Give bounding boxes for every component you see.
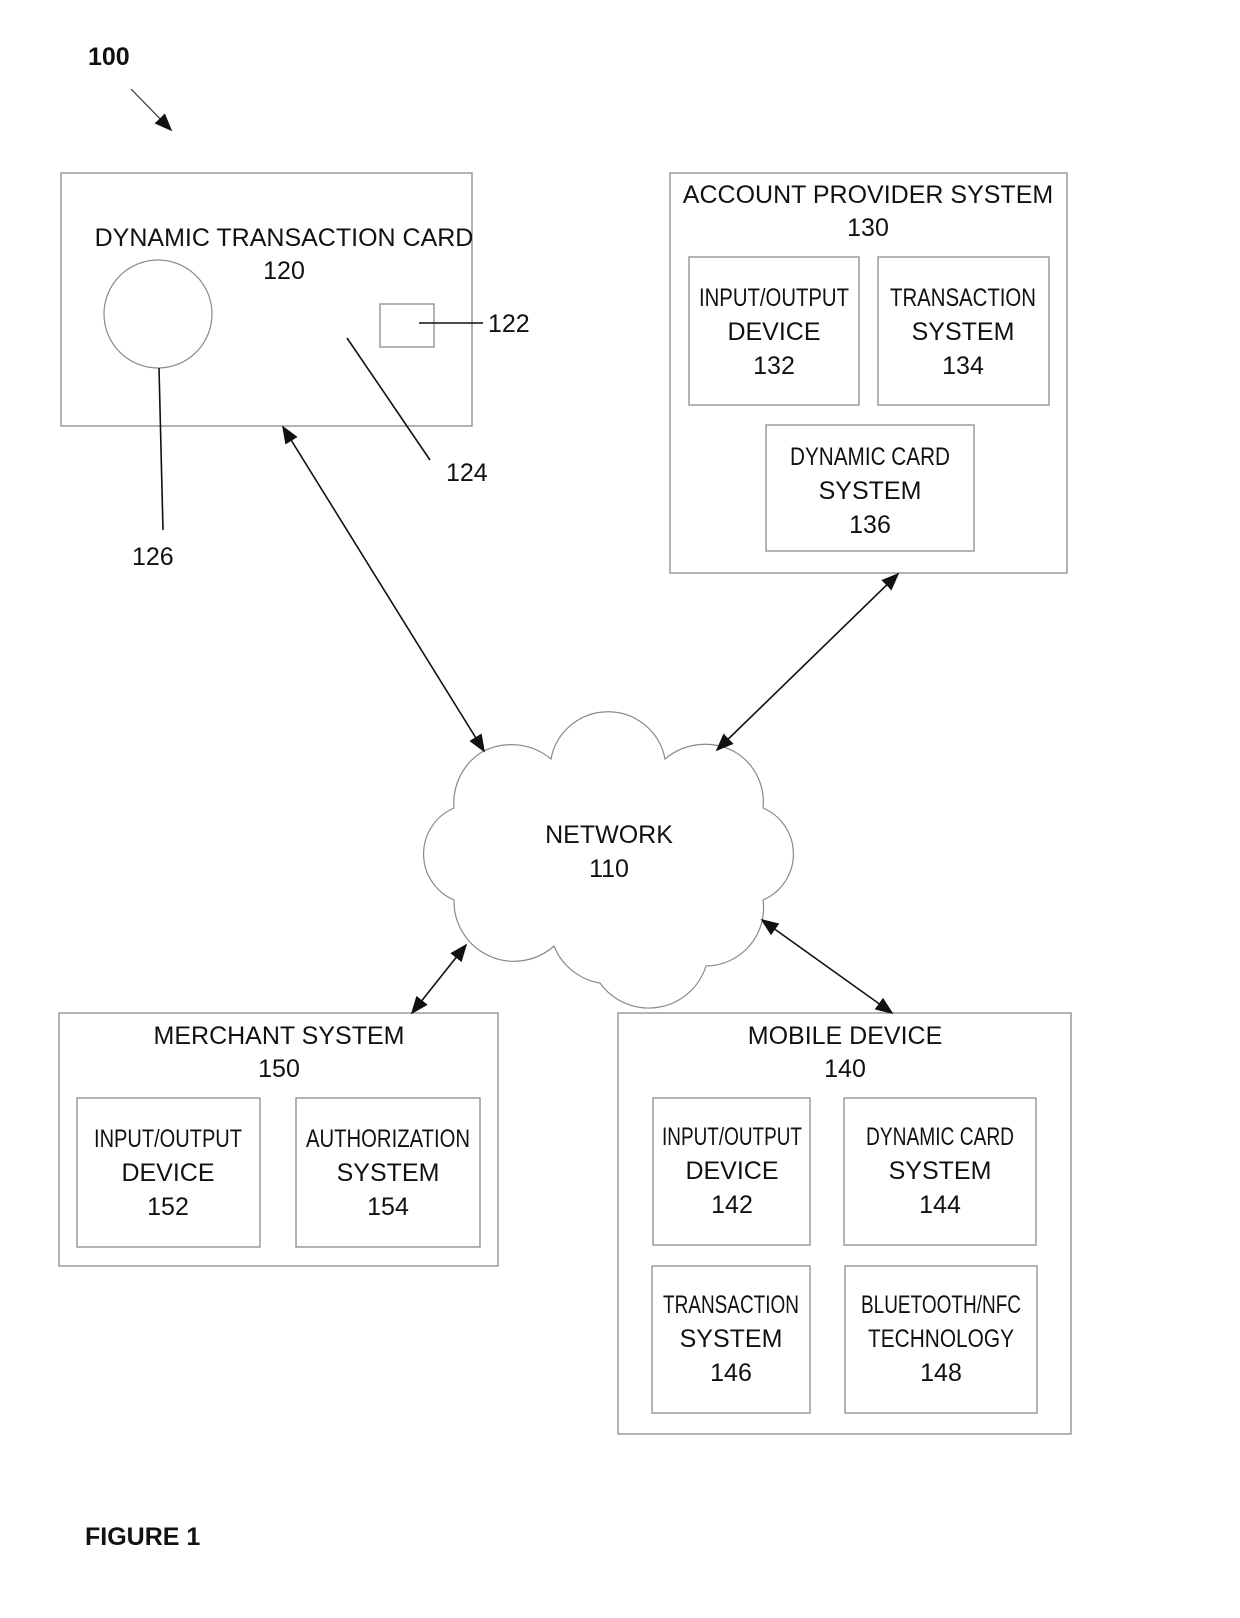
merchant-system: MERCHANT SYSTEM 150 INPUT/OUTPUT DEVICE … — [58, 1012, 499, 1267]
component-ref: 132 — [753, 352, 795, 380]
component-ref: 144 — [919, 1191, 961, 1219]
component-line1: INPUT/OUTPUT — [699, 284, 849, 312]
component-line1: TRANSACTION — [663, 1291, 799, 1319]
account-provider-title: ACCOUNT PROVIDER SYSTEM — [683, 181, 1053, 209]
component-ref: 134 — [942, 352, 984, 380]
component-line2: SYSTEM — [680, 1325, 783, 1353]
component-line2: SYSTEM — [889, 1157, 992, 1185]
component-ref: 152 — [147, 1193, 189, 1221]
component-line2: TECHNOLOGY — [868, 1325, 1014, 1353]
dynamic-transaction-card: DYNAMIC TRANSACTION CARD 120 122 124 126 — [60, 172, 530, 571]
chip-ref-label: 122 — [488, 310, 530, 338]
card-title: DYNAMIC TRANSACTION CARD — [95, 224, 474, 252]
system-diagram: 100 DYNAMIC TRANSACTION CARD 120 122 124… — [58, 43, 1072, 1551]
system-ref-arrow — [130, 88, 173, 132]
component-ref: 146 — [710, 1359, 752, 1387]
component-line2: DEVICE — [727, 318, 820, 346]
component-line2: SYSTEM — [819, 477, 922, 505]
account-provider-system: ACCOUNT PROVIDER SYSTEM 130 INPUT/OUTPUT… — [669, 172, 1068, 574]
body-ref-label: 124 — [446, 459, 488, 487]
component-line1: INPUT/OUTPUT — [94, 1125, 242, 1153]
network-ref: 110 — [589, 855, 629, 883]
merchant-ref: 150 — [258, 1055, 300, 1083]
mobile-network-arrow — [760, 918, 894, 1015]
card-chip — [379, 303, 435, 348]
merchant-title: MERCHANT SYSTEM — [154, 1022, 405, 1050]
mobile-ref: 140 — [824, 1055, 866, 1083]
card-ref: 120 — [263, 257, 305, 285]
display-ref-label: 126 — [132, 543, 174, 571]
component-ref: 148 — [920, 1359, 962, 1387]
component-line2: DEVICE — [121, 1159, 214, 1187]
figure-caption: FIGURE 1 — [85, 1523, 200, 1551]
network-cloud: NETWORK 110 — [422, 711, 795, 1009]
component-ref: 154 — [367, 1193, 409, 1221]
system-ref-label: 100 — [88, 43, 130, 71]
component-ref: 136 — [849, 511, 891, 539]
component-line2: SYSTEM — [912, 318, 1015, 346]
component-line2: DEVICE — [685, 1157, 778, 1185]
component-ref: 142 — [711, 1191, 753, 1219]
component-line1: DYNAMIC CARD — [790, 443, 950, 471]
account-provider-ref: 130 — [847, 214, 889, 242]
component-line1: TRANSACTION — [890, 284, 1036, 312]
merchant-network-arrow — [410, 943, 468, 1015]
card-display-circle — [103, 259, 213, 369]
network-title: NETWORK — [545, 821, 673, 849]
component-line1: DYNAMIC CARD — [866, 1123, 1014, 1151]
account-network-arrow — [715, 572, 900, 752]
component-line1: AUTHORIZATION — [306, 1125, 470, 1153]
mobile-device: MOBILE DEVICE 140 INPUT/OUTPUT DEVICE 14… — [617, 1012, 1072, 1435]
mobile-title: MOBILE DEVICE — [748, 1022, 943, 1050]
component-line1: BLUETOOTH/NFC — [861, 1291, 1021, 1319]
component-line2: SYSTEM — [337, 1159, 440, 1187]
component-line1: INPUT/OUTPUT — [662, 1123, 802, 1151]
